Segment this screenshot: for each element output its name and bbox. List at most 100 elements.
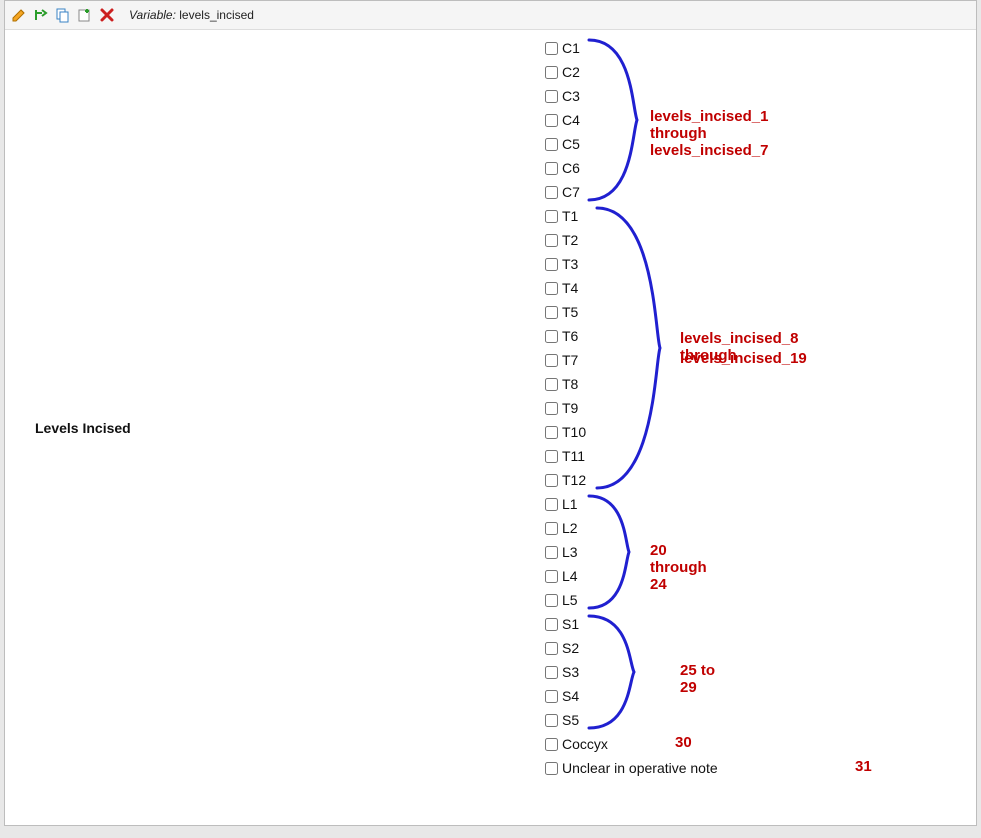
checkbox-c7[interactable] [545,186,558,199]
checkbox-l5[interactable] [545,594,558,607]
checkbox-c6[interactable] [545,162,558,175]
checkbox-t6[interactable] [545,330,558,343]
checkbox-row[interactable]: S4 [545,684,718,708]
checkbox-t1[interactable] [545,210,558,223]
checkbox-label: Unclear in operative note [562,760,718,776]
checkbox-row[interactable]: T10 [545,420,718,444]
checkbox-row[interactable]: L2 [545,516,718,540]
checkbox-label: C7 [562,184,580,200]
checkbox-label: T7 [562,352,578,368]
checkbox-label: T10 [562,424,586,440]
pencil-icon[interactable] [11,7,27,23]
checkbox-label: L5 [562,592,578,608]
checkbox-label: C4 [562,112,580,128]
checkbox-label: T4 [562,280,578,296]
checkbox-s3[interactable] [545,666,558,679]
checkbox-row[interactable]: T1 [545,204,718,228]
delete-icon[interactable] [99,7,115,23]
checkbox-label: T2 [562,232,578,248]
checkbox-column: levels_incised_1 through levels_incised_… [545,30,718,826]
checkbox-row[interactable]: S5 [545,708,718,732]
checkbox-l1[interactable] [545,498,558,511]
checkbox-label: S1 [562,616,579,632]
checkbox-row[interactable]: L5 [545,588,718,612]
checkbox-l3[interactable] [545,546,558,559]
checkbox-row[interactable]: Unclear in operative note [545,756,718,780]
field-label: Levels Incised [5,30,545,826]
checkbox-row[interactable]: T9 [545,396,718,420]
checkbox-label: T6 [562,328,578,344]
checkbox-row[interactable]: T2 [545,228,718,252]
checkbox-row[interactable]: T8 [545,372,718,396]
checkbox-unclear[interactable] [545,762,558,775]
checkbox-row[interactable]: C4 [545,108,718,132]
checkbox-row[interactable]: L3 [545,540,718,564]
checkbox-row[interactable]: T12 [545,468,718,492]
checkbox-c1[interactable] [545,42,558,55]
checkbox-row[interactable]: S3 [545,660,718,684]
checkbox-label: S4 [562,688,579,704]
checkbox-label: T12 [562,472,586,488]
checkbox-label: C2 [562,64,580,80]
checkbox-coccyx[interactable] [545,738,558,751]
checkbox-row[interactable]: L4 [545,564,718,588]
field-panel: Variable: levels_incised Levels Incised … [4,0,977,826]
checkbox-t12[interactable] [545,474,558,487]
copy-icon[interactable] [55,7,71,23]
checkbox-t9[interactable] [545,402,558,415]
checkbox-s4[interactable] [545,690,558,703]
checkbox-label: T3 [562,256,578,272]
checkbox-label: L3 [562,544,578,560]
checkbox-row[interactable]: T11 [545,444,718,468]
checkbox-row[interactable]: C2 [545,60,718,84]
checkbox-c2[interactable] [545,66,558,79]
checkbox-t10[interactable] [545,426,558,439]
checkbox-label: T9 [562,400,578,416]
checkbox-row[interactable]: C6 [545,156,718,180]
checkbox-l2[interactable] [545,522,558,535]
checkbox-label: Coccyx [562,736,608,752]
checkbox-row[interactable]: S2 [545,636,718,660]
checkbox-row[interactable]: C3 [545,84,718,108]
checkbox-s1[interactable] [545,618,558,631]
checkbox-t5[interactable] [545,306,558,319]
checkbox-t3[interactable] [545,258,558,271]
plus-icon[interactable] [77,7,93,23]
checkbox-label: L2 [562,520,578,536]
checkbox-c5[interactable] [545,138,558,151]
checkbox-label: S3 [562,664,579,680]
checkbox-row[interactable]: L1 [545,492,718,516]
checkbox-label: C1 [562,40,580,56]
checkbox-c4[interactable] [545,114,558,127]
checkbox-l4[interactable] [545,570,558,583]
variable-label: Variable: levels_incised [129,8,254,22]
checkbox-t2[interactable] [545,234,558,247]
checkbox-t11[interactable] [545,450,558,463]
checkbox-row[interactable]: T7 [545,348,718,372]
checkbox-label: C3 [562,88,580,104]
checkbox-row[interactable]: T4 [545,276,718,300]
branch-icon[interactable] [33,7,49,23]
checkbox-row[interactable]: T6 [545,324,718,348]
checkbox-label: C5 [562,136,580,152]
field-toolbar: Variable: levels_incised [5,1,976,30]
checkbox-row[interactable]: T5 [545,300,718,324]
checkbox-row[interactable]: C5 [545,132,718,156]
checkbox-row[interactable]: Coccyx [545,732,718,756]
checkbox-row[interactable]: C7 [545,180,718,204]
checkbox-s5[interactable] [545,714,558,727]
checkbox-t7[interactable] [545,354,558,367]
checkbox-t8[interactable] [545,378,558,391]
checkbox-label: L1 [562,496,578,512]
checkbox-s2[interactable] [545,642,558,655]
checkbox-row[interactable]: S1 [545,612,718,636]
checkbox-label: L4 [562,568,578,584]
checkbox-row[interactable]: T3 [545,252,718,276]
checkbox-label: S5 [562,712,579,728]
checkbox-label: C6 [562,160,580,176]
checkbox-label: T5 [562,304,578,320]
annotation-unclear: 31 [855,758,872,775]
checkbox-c3[interactable] [545,90,558,103]
checkbox-t4[interactable] [545,282,558,295]
checkbox-row[interactable]: C1 [545,36,718,60]
